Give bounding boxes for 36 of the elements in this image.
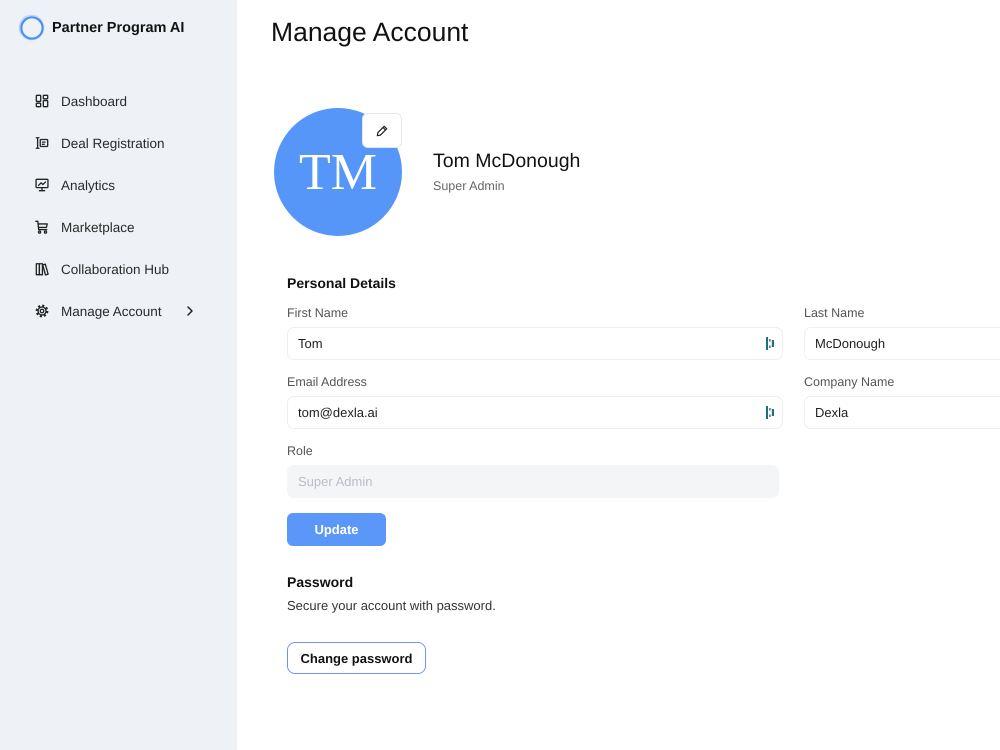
sidebar-item[interactable]: Dashboard [35, 89, 134, 113]
user-role: Super Admin [433, 178, 506, 195]
edit-avatar-button[interactable] [362, 113, 402, 148]
bars-icon [766, 337, 774, 350]
bars-icon [766, 406, 774, 419]
input-field[interactable]: Tom [287, 327, 783, 360]
change-password-button[interactable]: Change password [287, 642, 426, 674]
user-name: Tom McDonough [433, 149, 580, 173]
section-heading: Personal Details [287, 274, 397, 293]
monitor-chart-icon [35, 178, 49, 192]
field-label: Company Name [804, 374, 896, 391]
input-field[interactable]: tom@dexla.ai [287, 396, 783, 429]
chevron-right-icon [186, 306, 194, 316]
sidebar-item[interactable]: Marketplace [35, 215, 141, 239]
section-description: Secure your account with password. [287, 597, 497, 615]
brand-name: Partner Program AI [52, 20, 184, 36]
sidebar-item[interactable]: Manage Account [35, 299, 200, 323]
section-heading: Password [287, 573, 354, 592]
settings-gear-icon [35, 304, 49, 318]
field-label: First Name [287, 305, 350, 322]
logo-ring-icon [18, 14, 45, 41]
field-label: Role [287, 443, 314, 460]
field-label: Last Name [804, 305, 866, 322]
page-title: Manage Account [271, 16, 470, 49]
input-field[interactable]: Dexla [804, 396, 1000, 429]
sidebar-item[interactable]: Analytics [35, 173, 122, 197]
books-icon [35, 262, 49, 276]
field-label: Email Address [287, 374, 368, 391]
dashboard-grid-icon [35, 94, 49, 108]
avatar-initials: TM [274, 108, 402, 236]
pencil-icon [376, 124, 388, 136]
cart-icon [35, 220, 49, 234]
input-field[interactable]: McDonough [804, 327, 1000, 360]
sidebar-item[interactable]: Deal Registration [35, 131, 171, 155]
text-cursor-icon [35, 136, 49, 150]
sidebar-item[interactable]: Collaboration Hub [35, 257, 176, 281]
